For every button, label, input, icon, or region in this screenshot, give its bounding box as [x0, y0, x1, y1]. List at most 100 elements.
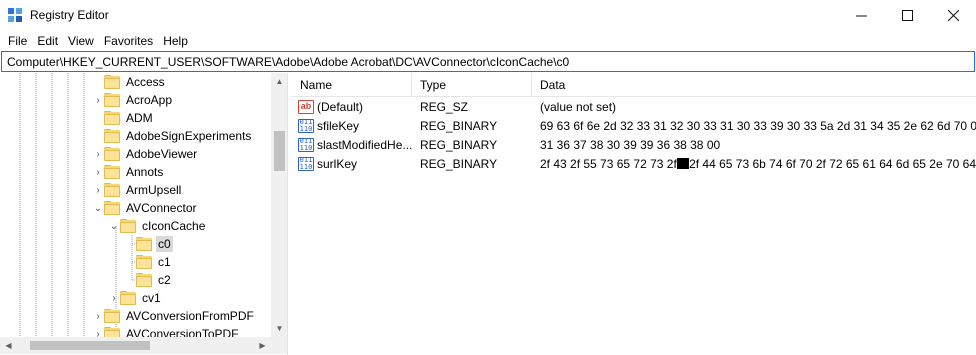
menu-view[interactable]: View [63, 34, 99, 48]
tree-item[interactable]: c2 [124, 271, 173, 289]
scroll-left-icon[interactable]: ◀ [0, 337, 17, 354]
list-header: Name Type Data [292, 73, 976, 97]
menu-help[interactable]: Help [158, 34, 193, 48]
folder-icon [104, 165, 120, 179]
tree-item[interactable]: › AdobeViewer [92, 145, 199, 163]
tree-item[interactable]: › AVConversionFromPDF [92, 307, 256, 325]
expand-chevron-icon[interactable]: › [92, 91, 104, 109]
tree-item[interactable]: › Annots [92, 163, 165, 181]
binary-value-icon: 011 110 [298, 136, 314, 152]
value-data: (value not set) [540, 99, 617, 114]
values-list[interactable]: Name Type Data ab (Default) REG_SZ (valu… [292, 73, 976, 355]
value-data: 69 63 6f 6e 2d 32 33 31 32 30 33 31 30 3… [540, 118, 976, 133]
folder-icon [104, 93, 120, 107]
menu-favorites[interactable]: Favorites [99, 34, 158, 48]
folder-icon [104, 201, 120, 215]
string-value-icon: ab [298, 99, 314, 114]
expand-chevron-icon[interactable] [92, 73, 104, 91]
menu-edit[interactable]: Edit [32, 34, 63, 48]
scroll-thumb[interactable] [274, 131, 285, 171]
scroll-thumb[interactable] [30, 341, 150, 350]
folder-icon [104, 183, 120, 197]
folder-icon [104, 309, 120, 323]
list-item[interactable]: 011 110 surlKey REG_BINARY 2f 43 2f 55 73… [292, 154, 976, 173]
minimize-button[interactable] [838, 0, 884, 31]
tree-item-selected[interactable]: c0 [124, 235, 173, 253]
minimize-icon [855, 15, 867, 17]
list-item[interactable]: 011 110 sfileKey REG_BINARY 69 63 6f 6e 2… [292, 116, 976, 135]
folder-icon [104, 75, 120, 89]
close-icon [947, 10, 959, 21]
column-header-name[interactable]: Name [292, 73, 412, 97]
key-tree[interactable]: Access › AcroApp ADM AdobeSignExperiment… [0, 73, 288, 355]
value-data-redacted: 2f 43 2f 55 73 65 72 73 2f 2f 44 65 73 6… [540, 154, 976, 173]
value-type: REG_BINARY [420, 118, 498, 133]
collapse-chevron-icon[interactable]: ⌄ [108, 217, 120, 235]
expand-chevron-icon[interactable]: › [92, 181, 104, 199]
binary-value-icon: 011 110 [298, 117, 314, 133]
collapse-chevron-icon[interactable]: ⌄ [92, 199, 104, 217]
tree-item-label: cIconCache [142, 219, 206, 233]
tree-item-label: AdobeSignExperiments [126, 129, 252, 143]
folder-open-icon [136, 237, 152, 251]
tree-item[interactable]: AdobeSignExperiments [92, 127, 253, 145]
value-type: REG_BINARY [420, 156, 498, 171]
tree-item-label: AVConversionFromPDF [126, 309, 254, 323]
tree-item[interactable]: ⌄ cIconCache [108, 217, 207, 235]
tree-item[interactable]: › AcroApp [92, 91, 174, 109]
tree-item-label: AdobeViewer [126, 147, 198, 161]
expand-chevron-icon[interactable] [92, 127, 104, 145]
value-data-prefix: 2f 43 2f 55 73 65 72 73 2f [540, 156, 677, 171]
tree-item-label: Access [126, 75, 165, 89]
folder-icon [136, 273, 152, 287]
tree-item-label: ADM [126, 111, 153, 125]
tree-item[interactable]: c1 [124, 253, 173, 271]
tree-item[interactable]: Access [92, 73, 167, 91]
value-name: slastModifiedHe... [317, 137, 412, 152]
tree-item[interactable]: › cv1 [108, 289, 163, 307]
folder-icon [136, 255, 152, 269]
binary-value-icon: 011 110 [298, 155, 314, 171]
expand-chevron-icon[interactable] [92, 109, 104, 127]
tree-item[interactable]: › ArmUpsell [92, 181, 183, 199]
value-name: surlKey [317, 156, 358, 171]
tree-item-label: Annots [126, 165, 164, 179]
tree-item[interactable]: ADM [92, 109, 155, 127]
expand-chevron-icon[interactable]: › [92, 307, 104, 325]
folder-icon [120, 291, 136, 305]
window-title: Registry Editor [30, 8, 109, 22]
expand-chevron-icon[interactable]: › [108, 289, 120, 307]
scroll-down-icon[interactable]: ▼ [271, 320, 287, 337]
tree-item-label: AVConnector [126, 201, 197, 215]
folder-icon [104, 129, 120, 143]
menu-bar: File Edit View Favorites Help [0, 31, 976, 51]
list-item[interactable]: 011 110 slastModifiedHe... REG_BINARY 31 … [292, 135, 976, 154]
tree-item-label: cv1 [142, 291, 161, 305]
expand-chevron-icon[interactable]: › [92, 163, 104, 181]
folder-icon [120, 219, 136, 233]
value-data: 31 36 37 38 30 39 39 36 38 38 00 [540, 137, 721, 152]
folder-icon [104, 147, 120, 161]
title-bar: Registry Editor [0, 0, 976, 31]
maximize-icon [901, 10, 913, 21]
value-type: REG_SZ [420, 99, 469, 114]
tree-item-label: c1 [158, 255, 171, 269]
scroll-right-icon[interactable]: ▶ [254, 337, 271, 354]
scroll-up-icon[interactable]: ▲ [271, 73, 287, 90]
expand-chevron-icon[interactable]: › [92, 145, 104, 163]
address-bar[interactable]: Computer\HKEY_CURRENT_USER\SOFTWARE\Adob… [1, 51, 975, 72]
close-button[interactable] [930, 0, 976, 31]
column-header-data[interactable]: Data [532, 73, 976, 97]
tree-vertical-scrollbar[interactable]: ▲ ▼ [271, 73, 287, 337]
tree-horizontal-scrollbar[interactable]: ◀ ▶ [0, 337, 271, 354]
list-item[interactable]: ab (Default) REG_SZ (value not set) [292, 97, 976, 116]
tree-item[interactable]: ⌄ AVConnector [92, 199, 198, 217]
scroll-corner [271, 337, 287, 354]
menu-file[interactable]: File [3, 34, 32, 48]
value-name: (Default) [317, 99, 364, 114]
expand-chevron-icon [124, 235, 136, 253]
column-header-type[interactable]: Type [412, 73, 532, 97]
tree-item-label: c0 [156, 236, 173, 252]
maximize-button[interactable] [884, 0, 930, 31]
tree-item-label: c2 [158, 273, 171, 287]
